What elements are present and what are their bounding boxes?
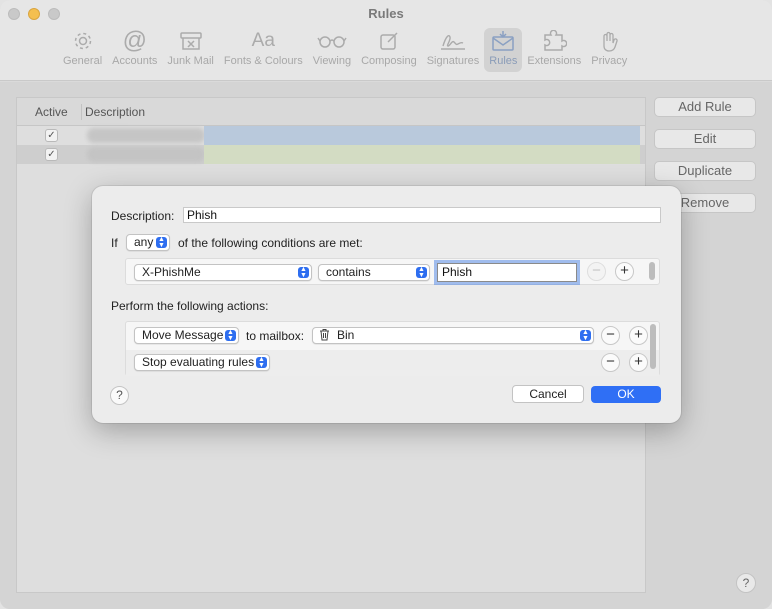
rules-icon — [491, 28, 515, 54]
rules-window: Rules General @ Accounts Junk Mail Aa Fo… — [0, 0, 772, 609]
table-row[interactable]: ✓ — [17, 145, 645, 164]
chevron-updown-icon: ▲ ▼ — [256, 356, 267, 369]
to-mailbox-label: to mailbox: — [246, 329, 305, 343]
toolbar-fonts-colours[interactable]: Aa Fonts & Colours — [219, 28, 308, 72]
actions-list: Move Message ▲ ▼ to mailbox: Bin ▲ ▼ − + S… — [125, 321, 660, 376]
help-button[interactable]: ? — [736, 573, 756, 593]
action-type-popup[interactable]: Move Message ▲ ▼ — [134, 327, 239, 344]
active-checkbox[interactable]: ✓ — [45, 148, 58, 161]
if-label: If — [111, 236, 118, 250]
signature-icon — [438, 28, 468, 54]
hand-icon — [598, 28, 620, 54]
window-title: Rules — [368, 6, 404, 21]
puzzle-icon — [541, 28, 568, 54]
edit-button[interactable]: Edit — [654, 129, 756, 149]
condition-header-popup[interactable]: X-PhishMe ▲ ▼ — [134, 264, 312, 281]
add-condition-button[interactable]: + — [615, 262, 634, 281]
toolbar-extensions[interactable]: Extensions — [522, 28, 586, 72]
column-header-description[interactable]: Description — [85, 105, 145, 119]
remove-condition-button[interactable]: − — [587, 262, 606, 281]
chevron-updown-icon: ▲ ▼ — [580, 329, 591, 342]
toolbar-viewing[interactable]: Viewing — [308, 28, 356, 72]
duplicate-button[interactable]: Duplicate — [654, 161, 756, 181]
toolbar-rules[interactable]: Rules — [484, 28, 523, 72]
table-row[interactable]: ✓ — [17, 126, 645, 145]
gear-icon — [72, 28, 94, 54]
condition-operator-popup[interactable]: contains ▲ ▼ — [318, 264, 430, 281]
rule-description-redacted — [87, 147, 205, 162]
add-rule-button[interactable]: Add Rule — [654, 97, 756, 117]
at-icon: @ — [122, 27, 147, 54]
trash-icon — [319, 328, 330, 345]
chevron-updown-icon: ▲ ▼ — [156, 236, 167, 249]
sheet-help-button[interactable]: ? — [110, 386, 129, 405]
rule-color-bar — [204, 126, 640, 145]
conditions-list: X-PhishMe ▲ ▼ contains ▲ ▼ Phish − + — [125, 258, 660, 285]
remove-action-button[interactable]: − — [601, 326, 620, 345]
toolbar-general[interactable]: General — [58, 28, 107, 72]
chevron-updown-icon: ▲ ▼ — [416, 266, 427, 279]
ok-button[interactable]: OK — [591, 386, 661, 403]
compose-icon — [378, 28, 400, 54]
conditions-scrollbar[interactable] — [649, 262, 655, 280]
rule-editor-sheet: Description: Phish If any ▲ ▼ of the foll… — [92, 186, 681, 423]
actions-scrollbar[interactable] — [650, 324, 656, 369]
toolbar-privacy[interactable]: Privacy — [586, 28, 632, 72]
match-mode-value: any — [134, 235, 154, 249]
condition-header-value: X-PhishMe — [142, 265, 201, 279]
condition-value-field[interactable]: Phish — [437, 263, 577, 282]
rule-color-bar — [204, 145, 640, 164]
active-checkbox[interactable]: ✓ — [45, 129, 58, 142]
add-action-button[interactable]: + — [629, 353, 648, 372]
conditions-label: of the following conditions are met: — [178, 236, 363, 250]
action-type-popup[interactable]: Stop evaluating rules ▲ ▼ — [134, 354, 270, 371]
toolbar-signatures[interactable]: Signatures — [422, 28, 485, 72]
column-divider — [81, 104, 82, 120]
toolbar-composing[interactable]: Composing — [356, 28, 422, 72]
mailbox-value: Bin — [337, 328, 355, 342]
action-type-value: Move Message — [142, 328, 224, 342]
match-mode-popup[interactable]: any ▲ ▼ — [126, 234, 170, 251]
chevron-updown-icon: ▲ ▼ — [298, 266, 309, 279]
condition-operator-value: contains — [326, 265, 371, 279]
rule-description-redacted — [87, 128, 205, 143]
action-row: Stop evaluating rules ▲ ▼ − + — [126, 350, 659, 376]
description-field[interactable]: Phish — [183, 207, 661, 223]
mailbox-popup[interactable]: Bin ▲ ▼ — [312, 327, 594, 344]
remove-action-button[interactable]: − — [601, 353, 620, 372]
description-label: Description: — [111, 209, 175, 223]
title-bar: Rules General @ Accounts Junk Mail Aa Fo… — [0, 0, 772, 81]
fonts-icon: Aa — [251, 30, 275, 51]
glasses-icon — [317, 28, 347, 54]
actions-label: Perform the following actions: — [111, 299, 269, 313]
column-header-active[interactable]: Active — [35, 105, 68, 119]
add-action-button[interactable]: + — [629, 326, 648, 345]
action-type-value: Stop evaluating rules — [142, 355, 255, 369]
toolbar-accounts[interactable]: @ Accounts — [107, 28, 162, 72]
cancel-button[interactable]: Cancel — [512, 385, 584, 403]
chevron-updown-icon: ▲ ▼ — [225, 329, 236, 342]
preferences-toolbar: General @ Accounts Junk Mail Aa Fonts & … — [58, 28, 632, 72]
toolbar-junk-mail[interactable]: Junk Mail — [162, 28, 218, 72]
junk-icon — [179, 28, 203, 54]
table-header: Active Description — [17, 98, 645, 126]
